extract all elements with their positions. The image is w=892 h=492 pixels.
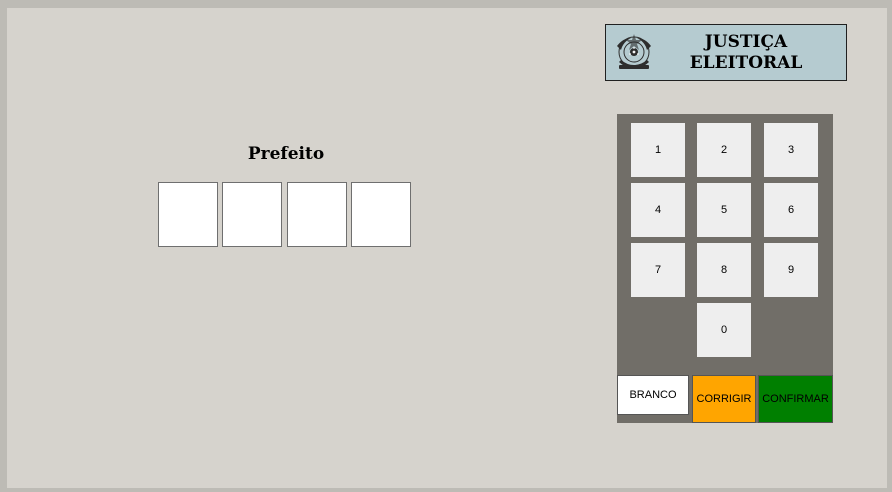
key-0-button[interactable]: 0 — [697, 303, 751, 357]
voting-screen: Prefeito JUSTIÇA ELEITORAL 1 2 3 4 5 6 7… — [7, 8, 887, 488]
vote-digit-box-3 — [287, 182, 347, 247]
key-7-button[interactable]: 7 — [631, 243, 685, 297]
key-5-button[interactable]: 5 — [697, 183, 751, 237]
key-8-button[interactable]: 8 — [697, 243, 751, 297]
brasao-republica-icon — [617, 34, 651, 69]
header-title-line-1: JUSTIÇA — [704, 32, 788, 52]
keypad: 1 2 3 4 5 6 7 8 9 0 BRANCO CORRIGIR CONF… — [617, 114, 833, 423]
branco-button[interactable]: BRANCO — [617, 375, 689, 415]
office-title: Prefeito — [247, 144, 325, 164]
vote-digit-box-2 — [222, 182, 282, 247]
key-2-button[interactable]: 2 — [697, 123, 751, 177]
confirmar-button[interactable]: CONFIRMAR — [758, 375, 833, 423]
key-4-button[interactable]: 4 — [631, 183, 685, 237]
key-6-button[interactable]: 6 — [764, 183, 818, 237]
justica-eleitoral-header: JUSTIÇA ELEITORAL — [605, 24, 847, 81]
key-1-button[interactable]: 1 — [631, 123, 685, 177]
vote-digit-box-4 — [351, 182, 411, 247]
key-9-button[interactable]: 9 — [764, 243, 818, 297]
corrigir-button[interactable]: CORRIGIR — [692, 375, 756, 423]
header-title: JUSTIÇA ELEITORAL — [666, 32, 826, 74]
vote-digit-box-1 — [158, 182, 218, 247]
key-3-button[interactable]: 3 — [764, 123, 818, 177]
header-title-line-2: ELEITORAL — [689, 53, 803, 73]
urna-frame: Prefeito JUSTIÇA ELEITORAL 1 2 3 4 5 6 7… — [0, 0, 892, 492]
